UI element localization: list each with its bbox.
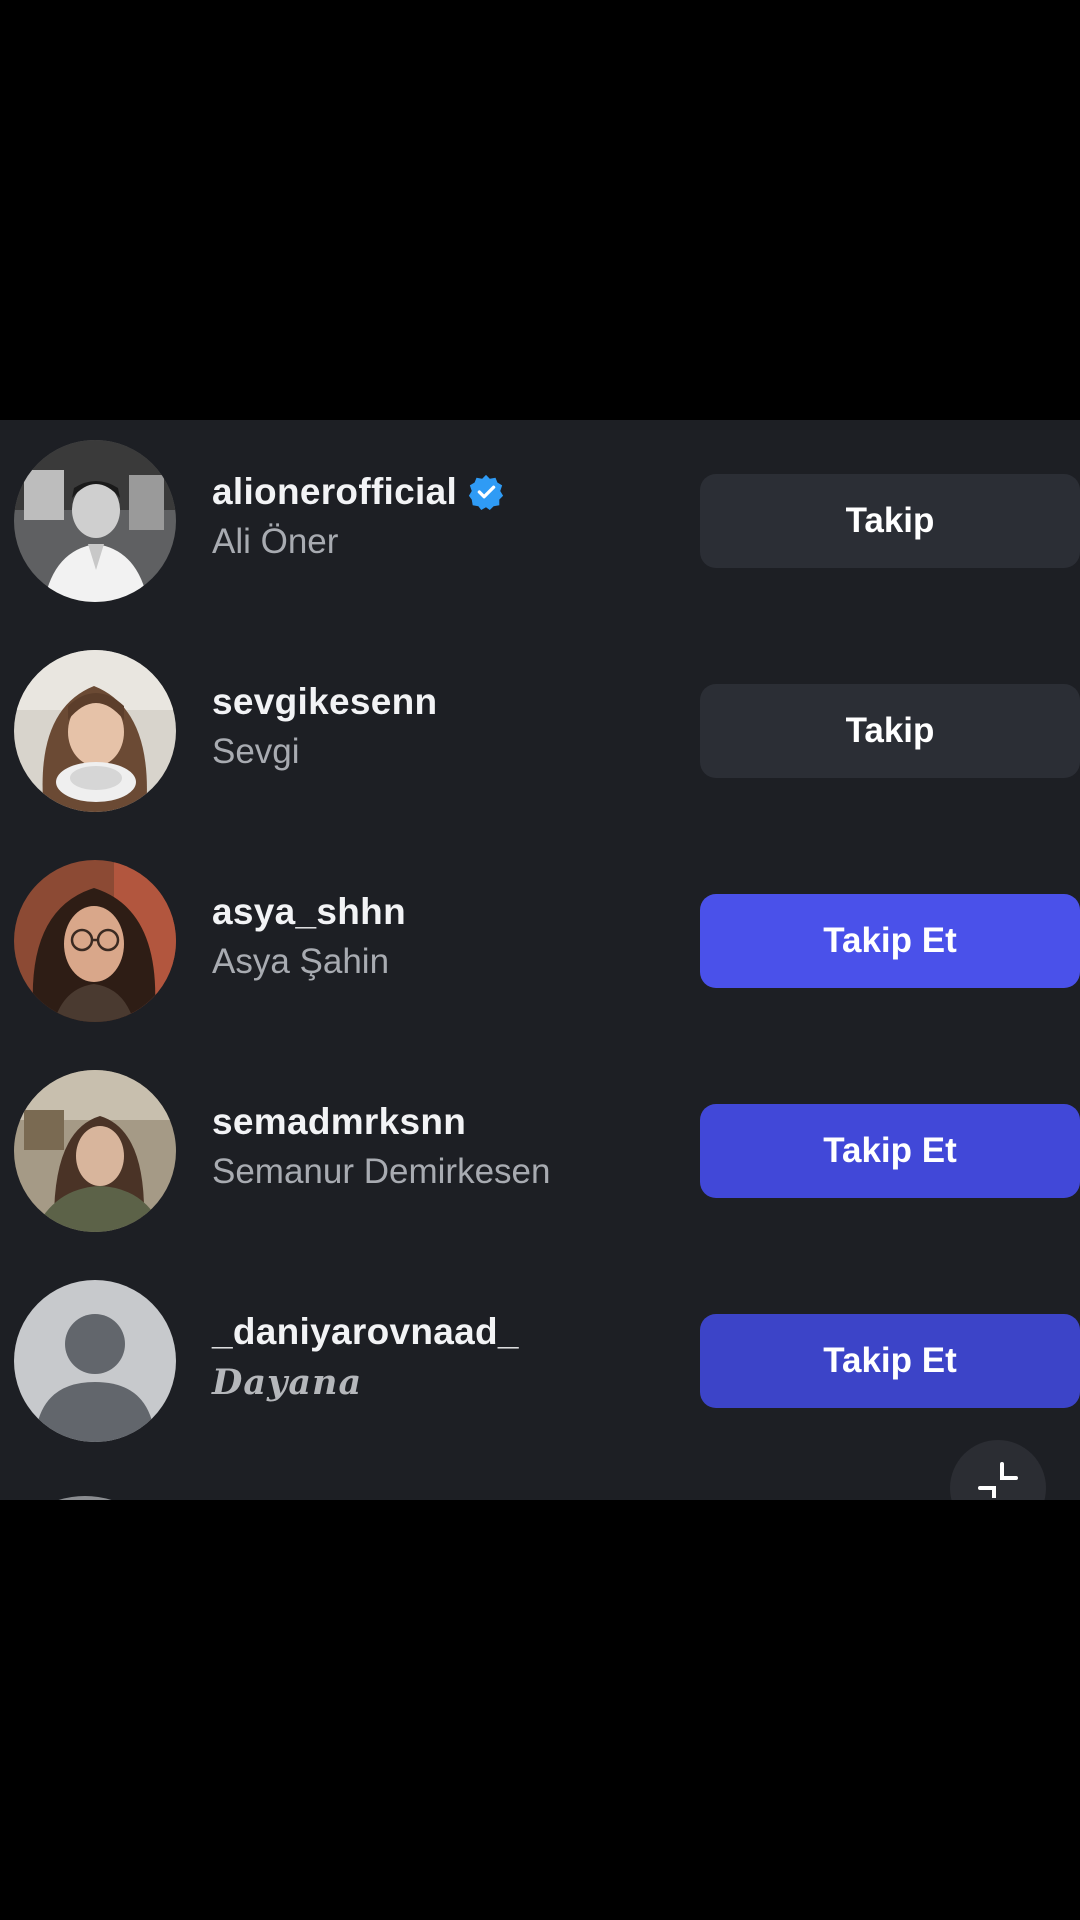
avatar-photo-woman-icon (14, 860, 176, 1022)
username[interactable]: asya_shhn (212, 891, 406, 933)
full-name: Dayana (212, 1362, 363, 1403)
follow-button[interactable]: Takip Et (700, 1104, 1080, 1198)
avatar-photo-woman-icon (14, 650, 176, 812)
next-row-avatar-partial (40, 1490, 130, 1500)
verified-badge-icon (467, 473, 505, 511)
full-name: Sevgi (212, 732, 300, 771)
username[interactable]: alionerofficial (212, 471, 457, 513)
suggested-accounts-list[interactable]: alionerofficial Ali Öner Takip sevgikese… (0, 420, 1080, 1500)
username[interactable]: semadmrksnn (212, 1101, 466, 1143)
username[interactable]: sevgikesenn (212, 681, 437, 723)
follow-button[interactable]: Takip Et (700, 894, 1080, 988)
full-name: Semanur Demirkesen (212, 1152, 551, 1191)
following-button[interactable]: Takip (700, 684, 1080, 778)
full-name: Asya Şahin (212, 942, 390, 981)
account-row[interactable]: semadmrksnn Semanur Demirkesen Takip Et (0, 1050, 1080, 1260)
avatar[interactable] (14, 1070, 176, 1232)
avatar-photo-woman-icon (14, 1070, 176, 1232)
avatar[interactable] (14, 440, 176, 602)
collapse-corner-icon (978, 1462, 1018, 1498)
collapse-corner-button[interactable] (950, 1440, 1046, 1500)
account-row[interactable]: sevgikesenn Sevgi Takip (0, 630, 1080, 840)
account-row[interactable]: _daniyarovnaad_ Dayana Takip Et (0, 1260, 1080, 1470)
avatar[interactable] (14, 650, 176, 812)
avatar[interactable] (14, 860, 176, 1022)
account-row[interactable]: alionerofficial Ali Öner Takip (0, 420, 1080, 630)
username[interactable]: _daniyarovnaad_ (212, 1311, 519, 1353)
default-avatar-icon (14, 1280, 176, 1442)
account-row[interactable]: asya_shhn Asya Şahin Takip Et (0, 840, 1080, 1050)
avatar-photo-man-icon (14, 440, 176, 602)
screen: alionerofficial Ali Öner Takip sevgikese… (0, 0, 1080, 1920)
following-button[interactable]: Takip (700, 474, 1080, 568)
full-name: Ali Öner (212, 522, 339, 561)
avatar[interactable] (14, 1280, 176, 1442)
follow-button[interactable]: Takip Et (700, 1314, 1080, 1408)
